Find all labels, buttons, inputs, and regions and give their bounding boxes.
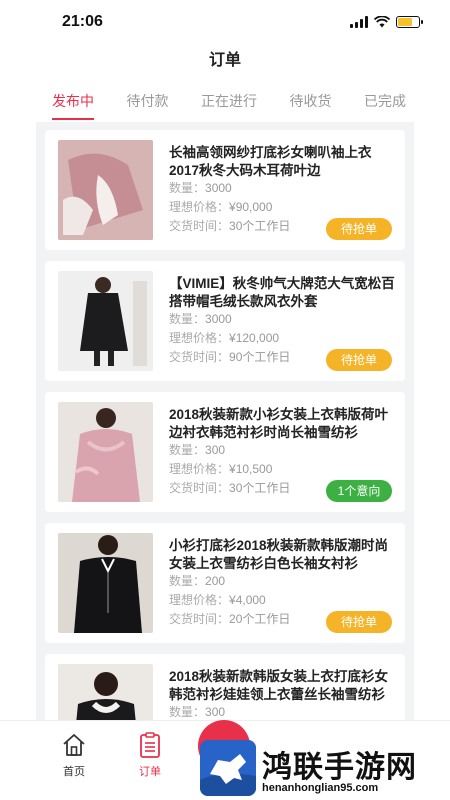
tab-pending-payment[interactable]: 待付款 (127, 86, 169, 120)
tabbar-item-home[interactable]: 首页 (44, 731, 104, 779)
order-title: 【VIMIE】秋冬帅气大牌范大气宽松百搭带帽毛绒长款风衣外套 (169, 276, 395, 309)
tab-pending-receipt[interactable]: 待收货 (290, 86, 332, 120)
grab-order-button[interactable]: 待抢单 (326, 611, 392, 633)
tabbar-label: 订单 (139, 766, 161, 778)
tab-completed[interactable]: 已完成 (364, 86, 406, 120)
quantity-row: 数量：300 (169, 443, 226, 457)
order-card[interactable]: 小衫打底衫2018秋装新款韩版潮时尚女装上衣雪纺衫白色长袖女衬衫 数量：200 … (45, 523, 405, 643)
order-title: 长袖高领网纱打底衫女喇叭袖上衣2017秋冬大码木耳荷叶边 (169, 145, 372, 178)
status-time: 21:06 (62, 13, 103, 30)
grab-order-button[interactable]: 待抢单 (326, 349, 392, 371)
status-bar: 21:06 (0, 0, 450, 44)
order-card[interactable]: 【VIMIE】秋冬帅气大牌范大气宽松百搭带帽毛绒长款风衣外套 数量：3000 理… (45, 261, 405, 381)
order-title: 2018秋装新款小衫女装上衣韩版荷叶边衬衣韩范衬衫时尚长袖雪纺衫 (169, 407, 389, 440)
delivery-row: 交货时间：90个工作日 (169, 350, 291, 364)
page-title: 订单 (208, 52, 241, 69)
quantity-row: 数量：200 (169, 574, 226, 588)
order-card[interactable]: 2018秋装新款韩版女装上衣打底衫女韩范衬衫娃娃领上衣蕾丝长袖雪纺衫 数量：30… (45, 654, 405, 724)
order-card[interactable]: 2018秋装新款小衫女装上衣韩版荷叶边衬衣韩范衬衫时尚长袖雪纺衫 数量：300 … (45, 392, 405, 512)
product-image (58, 533, 153, 633)
watermark-url: henanhonglian95.com (262, 782, 379, 794)
battery-icon (396, 16, 423, 28)
product-image (58, 402, 153, 502)
watermark-logo (200, 740, 256, 796)
grab-order-button[interactable]: 待抢单 (326, 218, 392, 240)
quantity-row: 数量：3000 (169, 312, 232, 326)
tabbar-label: 首页 (63, 766, 85, 778)
wifi-icon (374, 16, 390, 28)
order-title: 2018秋装新款韩版女装上衣打底衫女韩范衬衫娃娃领上衣蕾丝长袖雪纺衫 (169, 669, 389, 702)
watermark: 鸿联手游网 henanhonglian95.com (200, 740, 450, 800)
order-title: 小衫打底衫2018秋装新款韩版潮时尚女装上衣雪纺衫白色长袖女衬衫 (169, 538, 389, 571)
price-row: 理想价格：¥90,000 (169, 200, 273, 214)
product-image (58, 140, 153, 240)
product-image (58, 664, 153, 724)
watermark-title: 鸿联手游网 (262, 750, 417, 785)
price-row: 理想价格：¥4,000 (169, 593, 266, 607)
price-row: 理想价格：¥120,000 (169, 331, 280, 345)
order-status-tabs: 发布中 待付款 正在进行 待收货 已完成 (0, 86, 450, 120)
product-image (58, 271, 153, 371)
cellular-signal-icon (350, 16, 368, 28)
tab-in-progress[interactable]: 正在进行 (201, 86, 257, 120)
status-icons (350, 16, 423, 28)
quantity-row: 数量：300 (169, 705, 226, 719)
delivery-row: 交货时间：30个工作日 (169, 219, 291, 233)
delivery-row: 交货时间：30个工作日 (169, 481, 291, 495)
quantity-row: 数量：3000 (169, 181, 232, 195)
interest-count-button[interactable]: 1个意向 (326, 480, 392, 502)
price-row: 理想价格：¥10,500 (169, 462, 273, 476)
home-icon (63, 734, 85, 756)
tab-publishing[interactable]: 发布中 (52, 86, 94, 120)
tabbar-item-orders[interactable]: 订单 (120, 731, 180, 779)
order-card[interactable]: 长袖高领网纱打底衫女喇叭袖上衣2017秋冬大码木耳荷叶边 数量：3000 理想价… (45, 130, 405, 250)
delivery-row: 交货时间：20个工作日 (169, 612, 291, 626)
order-icon (140, 732, 160, 758)
